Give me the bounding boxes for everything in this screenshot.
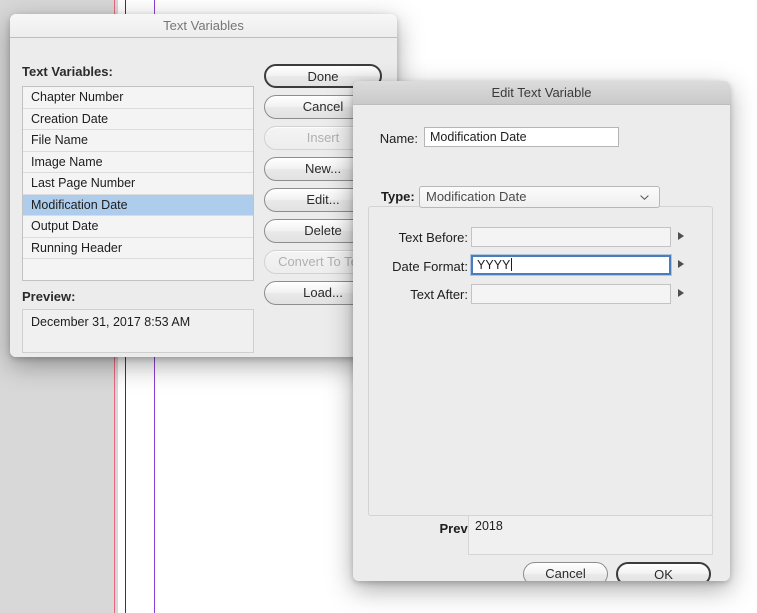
edit-text-variable-dialog: Edit Text Variable Name: Modification Da…	[353, 81, 730, 581]
text-variables-titlebar[interactable]: Text Variables	[10, 14, 397, 38]
edit-text-variable-titlebar[interactable]: Edit Text Variable	[353, 81, 730, 105]
text-variables-preview-label: Preview:	[22, 289, 76, 304]
text-after-field[interactable]	[471, 284, 671, 304]
date-format-label: Date Format:	[392, 259, 468, 274]
text-variables-dialog: Text Variables Text Variables: Chapter N…	[10, 14, 397, 357]
text-before-field[interactable]	[471, 227, 671, 247]
name-field[interactable]: Modification Date	[424, 127, 619, 147]
edit-preview-value: 2018	[475, 519, 503, 533]
text-caret	[511, 258, 513, 271]
list-item-empty[interactable]	[23, 259, 253, 280]
text-variables-preview-value: December 31, 2017 8:53 AM	[31, 315, 191, 329]
text-variables-dialog-body: Text Variables: Chapter Number Creation …	[10, 38, 397, 357]
type-select-value: Modification Date	[426, 189, 527, 204]
date-format-value: YYYY	[477, 258, 511, 272]
text-variables-preview-box: December 31, 2017 8:53 AM	[22, 309, 254, 353]
type-group-box	[368, 206, 713, 516]
list-item[interactable]: Creation Date	[23, 109, 253, 130]
text-before-label: Text Before:	[398, 230, 468, 245]
list-item[interactable]: Last Page Number	[23, 173, 253, 195]
list-item[interactable]: File Name	[23, 130, 253, 152]
text-variables-list[interactable]: Chapter Number Creation Date File Name I…	[22, 86, 254, 281]
edit-cancel-button[interactable]: Cancel	[523, 562, 608, 581]
name-label: Name:	[379, 131, 418, 146]
list-item[interactable]: Output Date	[23, 216, 253, 238]
text-after-label: Text After:	[410, 287, 468, 302]
type-select[interactable]: Modification Date	[419, 186, 660, 208]
edit-ok-button[interactable]: OK	[616, 562, 711, 581]
list-item[interactable]: Image Name	[23, 152, 253, 173]
edit-text-variable-dialog-body: Name: Modification Date Type: Modificati…	[353, 105, 730, 581]
text-before-disclosure-triangle-icon[interactable]	[678, 232, 684, 240]
text-after-disclosure-triangle-icon[interactable]	[678, 289, 684, 297]
text-variables-list-label: Text Variables:	[22, 64, 113, 79]
type-label: Type:	[378, 189, 418, 204]
date-format-field[interactable]: YYYY	[471, 255, 671, 275]
date-format-disclosure-triangle-icon[interactable]	[678, 260, 684, 268]
list-item[interactable]: Chapter Number	[23, 87, 253, 109]
chevron-down-icon	[640, 195, 649, 201]
edit-preview-box: 2018	[468, 515, 713, 555]
list-item[interactable]: Running Header	[23, 238, 253, 259]
list-item-selected[interactable]: Modification Date	[23, 194, 253, 216]
